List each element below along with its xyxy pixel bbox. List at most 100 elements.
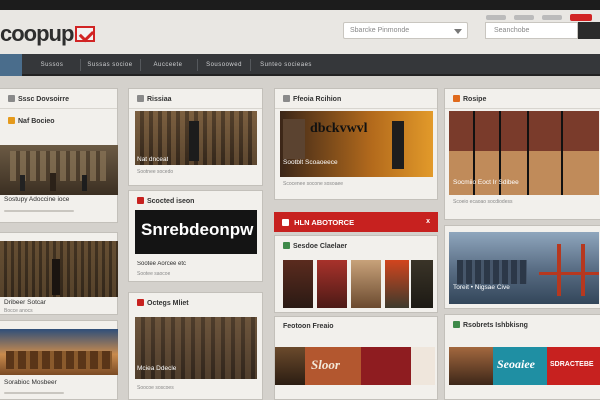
caption-meta <box>4 210 74 212</box>
person-figure <box>189 121 199 161</box>
card-title: Feotoon Freaio <box>275 317 437 337</box>
card-caption[interactable]: Sostupy Adoccine ioce <box>4 196 69 203</box>
promo-banner[interactable]: SDRACTEBE <box>547 347 600 385</box>
play-icon <box>137 197 144 204</box>
bridge-tower <box>581 244 585 296</box>
nav-item-5[interactable]: Sunteo socieaes <box>256 54 316 76</box>
list-icon <box>8 95 15 102</box>
caption-meta <box>4 392 64 394</box>
card-meta: Scoeio ecaoao socdiodess <box>453 199 513 205</box>
thumb-image[interactable] <box>411 260 433 308</box>
promo-banner[interactable]: Seoaiee <box>493 347 547 385</box>
settings-icon[interactable] <box>514 15 534 20</box>
card-caption[interactable]: Socmiio Eoct Ir Sdibee <box>453 179 519 186</box>
presenter-figure <box>392 121 404 169</box>
col4-card: Rosipe Socmiio Eoct Ir Sdibee Scoeio eca… <box>444 88 600 220</box>
card-caption[interactable]: Sorabioc Mosbeer <box>4 379 57 386</box>
photo-icon <box>453 95 460 102</box>
user-icon[interactable] <box>486 15 506 20</box>
card-title-text: Scocted iseon <box>147 198 195 205</box>
card-caption[interactable]: Sootblt Scoaoeece <box>283 159 338 166</box>
col4-card: Toreit • Nigsae Cive <box>444 225 600 309</box>
chevron-down-icon <box>454 29 462 34</box>
card-caption[interactable]: Mciea Ddecle <box>137 365 176 372</box>
nav-item-home[interactable] <box>0 54 22 76</box>
col4-card: Rsobrets Ishbkisng Seoaiee SDRACTEBE <box>444 314 600 400</box>
nav-item-3[interactable]: Aucceete <box>146 54 190 76</box>
promo-text: SDRACTEBE <box>550 361 594 368</box>
gallery-icon <box>283 242 290 249</box>
film-icon <box>137 299 144 306</box>
search-button[interactable] <box>578 22 600 39</box>
dropdown-value: Sbarcke Pinmonde <box>350 27 410 34</box>
card-title: Ffeoia Rcihion <box>275 89 437 109</box>
card-title-text: Ffeoia Rcihion <box>293 96 342 103</box>
thumb-image[interactable] <box>283 260 313 308</box>
close-icon[interactable]: x <box>426 218 430 225</box>
nav-divider <box>250 59 251 71</box>
card-title: Sesdoe Claelaer <box>275 236 437 256</box>
card-caption[interactable]: Dribeer Sotcar <box>4 299 46 306</box>
card-meta: Bocce anocs <box>4 308 33 314</box>
main-nav: Sussos Sussas socioe Aucceete Sousoowed … <box>0 54 600 76</box>
leaf-icon <box>453 321 460 328</box>
refresh-icon <box>283 95 290 102</box>
thumb-image[interactable] <box>361 347 411 385</box>
card-title-text: Rsobrets Ishbkisng <box>463 322 528 329</box>
logo-check-icon <box>75 26 96 42</box>
top-strip <box>0 0 600 10</box>
cathedral-thumb <box>283 119 305 159</box>
nav-label: Sousoowed <box>206 62 242 68</box>
col2-card: Octegs Mliet Mciea Ddecle Soocoe soscoes <box>128 292 263 400</box>
card-meta: Sootee saocoe <box>137 271 171 277</box>
notifications-icon[interactable] <box>570 14 592 21</box>
grid-icon <box>137 95 144 102</box>
alert-icon <box>282 219 289 226</box>
category-dropdown[interactable]: Sbarcke Pinmonde <box>343 22 468 39</box>
card-subtitle-text: Naf Bocieo <box>18 118 55 125</box>
card-caption[interactable]: Nat dnceat <box>137 156 168 163</box>
card-meta: Scocenee socone sosoaee <box>283 181 344 187</box>
card-subtitle: Naf Bocieo <box>0 111 117 131</box>
city-sunset-image[interactable] <box>0 329 118 375</box>
col3-card: Sesdoe Claelaer <box>274 235 438 313</box>
bookshelf-image[interactable] <box>0 241 118 297</box>
nav-item-2[interactable]: Sussas socioe <box>84 54 136 76</box>
portrait-thumb[interactable] <box>449 347 493 385</box>
thumb-image[interactable] <box>351 260 381 308</box>
nav-item-1[interactable]: Sussos <box>30 54 74 76</box>
thumb-image[interactable] <box>275 347 305 385</box>
card-title-text: Octegs Mliet <box>147 300 189 307</box>
card-caption[interactable]: Toreit • Nigsae Cive <box>453 284 510 291</box>
thumb-image[interactable] <box>385 260 409 308</box>
promo-banner[interactable]: Sloor <box>305 347 361 385</box>
nav-item-4[interactable]: Sousoowed <box>202 54 246 76</box>
card-title: Sssc Dovsoirre <box>0 89 117 109</box>
card-title: Rosipe <box>445 89 600 109</box>
nav-label: Sunteo socieaes <box>260 62 312 68</box>
card-caption[interactable]: Sootee Aorcee etc <box>137 261 186 267</box>
card-title: Rissiaa <box>129 89 262 109</box>
card-title: Rsobrets Ishbkisng <box>445 315 600 335</box>
library-hall-image[interactable] <box>0 145 118 195</box>
logo[interactable]: coopup <box>0 21 96 47</box>
thumb-image[interactable] <box>411 347 435 385</box>
col2-card: Scocted iseon Snrebdeonpw Sootee Aorcee … <box>128 190 263 282</box>
alert-title: HLN ABOTORCE <box>294 218 355 227</box>
app-window: coopup Sbarcke Pinmonde Seanchobe Sussos… <box>0 0 600 400</box>
star-icon <box>8 117 15 124</box>
help-icon[interactable] <box>542 15 562 20</box>
promo-text: Sloor <box>311 357 340 372</box>
person-figure <box>20 175 25 191</box>
nav-divider <box>80 59 81 71</box>
alert-banner[interactable]: HLN ABOTORCE x <box>274 212 438 232</box>
search-input[interactable]: Seanchobe <box>485 22 578 39</box>
promo-text: Seoaiee <box>497 357 535 371</box>
featured-video-image[interactable]: dbckvwvl <box>280 111 433 177</box>
featured-banner[interactable]: Snrebdeonpw <box>135 210 257 254</box>
card-title-text: Sssc Dovsoirre <box>18 96 69 103</box>
thumb-image[interactable] <box>317 260 347 308</box>
logo-text: coopup <box>0 21 74 46</box>
bridge-image[interactable] <box>449 232 599 304</box>
bridge-tower <box>557 244 561 296</box>
